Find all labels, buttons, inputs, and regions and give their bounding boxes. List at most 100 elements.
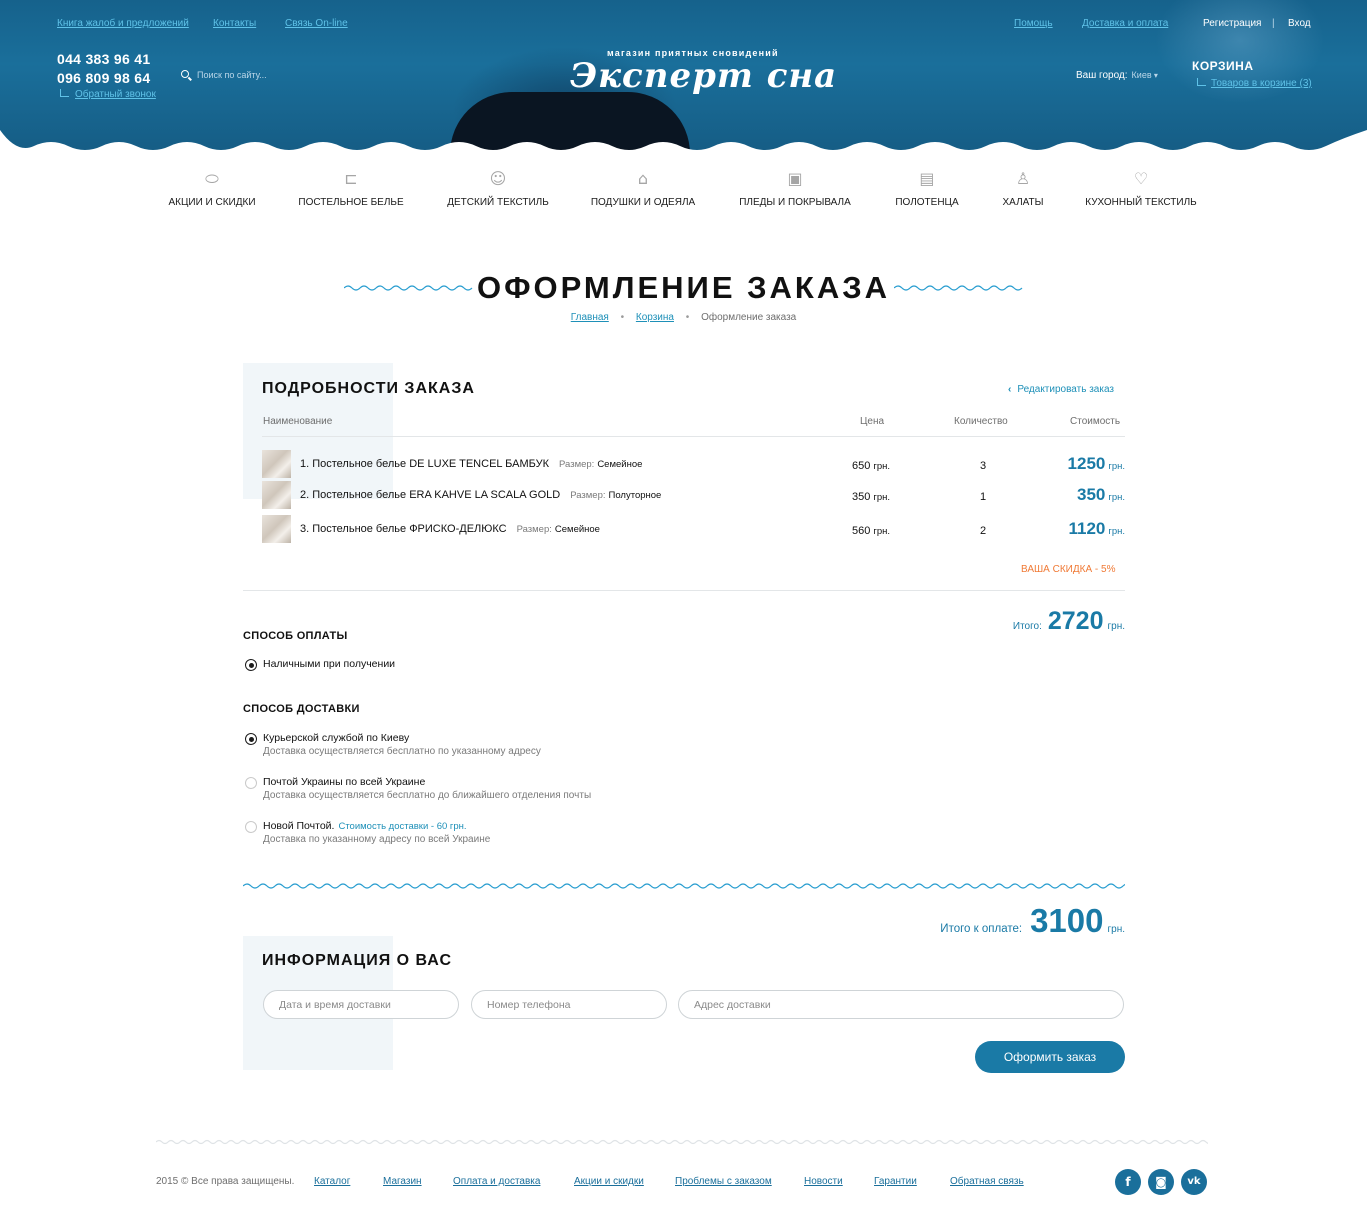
size-label: Размер: (516, 524, 552, 535)
nav-item-robes[interactable]: ♙ ХАЛАТЫ (1003, 168, 1044, 208)
nav-item-label: ПОСТЕЛЬНОЕ БЕЛЬЕ (298, 197, 404, 208)
footer-link-feedback[interactable]: Обратная связь (950, 1176, 1024, 1187)
callback-link[interactable]: Обратный звонок (60, 89, 156, 100)
table-row: 3. Постельное белье ФРИСКО-ДЕЛЮКС Размер:… (262, 515, 1125, 543)
currency-label: грн. (873, 461, 891, 472)
info-title: ИНФОРМАЦИЯ О ВАС (262, 952, 452, 969)
facebook-icon[interactable]: f (1115, 1169, 1141, 1195)
baby-icon: ☺ (489, 169, 507, 188)
nav-item-pillows[interactable]: ⌂ ПОДУШКИ И ОДЕЯЛА (591, 168, 695, 208)
footer-link-promotions[interactable]: Акции и скидки (574, 1176, 644, 1187)
phone-field[interactable] (471, 990, 667, 1019)
contacts-link[interactable]: Контакты (213, 18, 256, 29)
vk-icon[interactable]: vk (1181, 1169, 1207, 1195)
product-thumbnail[interactable] (262, 450, 291, 478)
login-link[interactable]: Вход (1288, 18, 1311, 29)
place-order-button[interactable]: Оформить заказ (975, 1041, 1125, 1073)
site-logo[interactable]: Эксперт сна (570, 56, 837, 96)
complaints-link[interactable]: Книга жалоб и предложений (57, 18, 189, 29)
phone-number-1[interactable]: 044 383 96 41 (57, 51, 150, 67)
auth-separator: | (1272, 18, 1275, 29)
discount-label: ВАША СКИДКА - 5% (1021, 564, 1116, 575)
city-label: Ваш город: (1076, 70, 1128, 81)
footer-link-news[interactable]: Новости (804, 1176, 843, 1187)
nav-item-discounts[interactable]: ⬭ АКЦИИ И СКИДКИ (168, 168, 255, 208)
nav-item-towels[interactable]: ▤ ПОЛОТЕНЦА (895, 168, 958, 208)
phone-number-2[interactable]: 096 809 98 64 (57, 70, 150, 86)
help-link[interactable]: Помощь (1014, 18, 1053, 29)
breadcrumb-separator: • (620, 312, 625, 323)
nav-item-label: АКЦИИ И СКИДКИ (168, 197, 256, 208)
table-row: 2. Постельное белье ERA KAHVE LA SCALA G… (262, 481, 1125, 509)
footer-link-catalog[interactable]: Каталог (314, 1176, 350, 1187)
nav-item-kids[interactable]: ☺ ДЕТСКИЙ ТЕКСТИЛЬ (447, 168, 549, 208)
bed-icon: ⊏ (344, 169, 358, 188)
nav-item-bedding[interactable]: ⊏ ПОСТЕЛЬНОЕ БЕЛЬЕ (298, 168, 403, 208)
radio-button[interactable] (245, 659, 257, 671)
currency-label: грн. (1108, 492, 1125, 503)
city-selector[interactable]: Ваш город: Киев (1076, 70, 1158, 81)
qty-cell: 1 (980, 491, 987, 503)
size-value: Семейное (597, 459, 643, 470)
breadcrumb: Главная • Корзина • Оформление заказа (0, 312, 1367, 323)
search-box[interactable]: Поиск по сайту... (181, 70, 267, 80)
corner-arrow-icon (1197, 78, 1206, 86)
product-name[interactable]: 2. Постельное белье ERA KAHVE LA SCALA G… (300, 489, 560, 501)
cart-title[interactable]: КОРЗИНА (1192, 59, 1253, 73)
footer-link-order-problems[interactable]: Проблемы с заказом (675, 1176, 772, 1187)
currency-label: грн. (873, 526, 891, 537)
cart-items-link[interactable]: Товаров в корзине (3) (1197, 78, 1312, 89)
product-thumbnail[interactable] (262, 515, 291, 543)
column-header-qty: Количество (954, 416, 1008, 427)
price-cell: 560 грн. (852, 525, 890, 537)
price-cell: 350 грн. (852, 491, 890, 503)
delivery-option-desc: Доставка осуществляется бесплатно по ука… (263, 746, 541, 757)
register-link[interactable]: Регистрация (1203, 18, 1261, 29)
radio-button[interactable] (245, 733, 257, 745)
size-label: Размер: (559, 459, 595, 470)
cost-value: 1120 (1068, 519, 1106, 538)
online-chat-link[interactable]: Связь On-line (285, 18, 348, 29)
product-name[interactable]: 1. Постельное белье DE LUXE TENCEL БАМБУ… (300, 458, 549, 470)
callback-label: Обратный звонок (75, 89, 156, 100)
chevron-left-icon: ‹ (1008, 384, 1012, 395)
cart-items-label: Товаров в корзине (3) (1211, 78, 1312, 89)
edit-order-link[interactable]: ‹ Редактировать заказ (1008, 384, 1114, 395)
price-value: 650 (852, 460, 871, 472)
header-wave-edge (0, 130, 1367, 160)
instagram-icon[interactable]: ◙ (1148, 1169, 1174, 1195)
delivery-payment-link[interactable]: Доставка и оплата (1082, 18, 1168, 29)
footer-link-guarantees[interactable]: Гарантии (874, 1176, 917, 1187)
discount-pillow-icon: ⬭ (205, 169, 219, 188)
qty-cell: 3 (980, 460, 987, 472)
product-thumbnail[interactable] (262, 481, 291, 509)
payable-total: Итого к оплате: 3100 грн. (940, 902, 1125, 940)
blanket-icon: ▣ (787, 169, 803, 188)
currency-label: грн. (1107, 621, 1125, 632)
kitchen-heart-icon: ♡ (1133, 169, 1149, 188)
delivery-option-label: Новой Почтой. (263, 820, 335, 832)
footer-wave-divider (156, 1139, 1208, 1145)
cost-cell: 1120 грн. (1068, 519, 1125, 539)
category-nav: ⬭ АКЦИИ И СКИДКИ ⊏ ПОСТЕЛЬНОЕ БЕЛЬЕ ☺ ДЕТСК… (0, 168, 1367, 218)
breadcrumb-cart[interactable]: Корзина (636, 312, 674, 323)
address-field[interactable] (678, 990, 1124, 1019)
order-details-title: ПОДРОБНОСТИ ЗАКАЗА (262, 380, 475, 397)
column-header-price: Цена (860, 416, 885, 427)
nav-item-label: ПЛЕДЫ И ПОКРЫВАЛА (739, 197, 851, 208)
nav-item-blankets[interactable]: ▣ ПЛЕДЫ И ПОКРЫВАЛА (739, 168, 851, 208)
pillow-icon: ⌂ (637, 169, 649, 188)
breadcrumb-home[interactable]: Главная (571, 312, 609, 323)
radio-button[interactable] (245, 777, 257, 789)
radio-button[interactable] (245, 821, 257, 833)
payment-method-title: СПОСОБ ОПЛАТЫ (243, 630, 348, 642)
column-header-cost: Стоимость (1070, 416, 1121, 427)
header-banner: Книга жалоб и предложений Контакты Связь… (0, 0, 1367, 160)
order-divider (243, 590, 1125, 591)
price-cell: 650 грн. (852, 460, 890, 472)
product-name[interactable]: 3. Постельное белье ФРИСКО-ДЕЛЮКС (300, 523, 507, 535)
footer-link-shop[interactable]: Магазин (383, 1176, 422, 1187)
nav-item-kitchen[interactable]: ♡ КУХОННЫЙ ТЕКСТИЛЬ (1085, 168, 1196, 208)
footer-link-payment-delivery[interactable]: Оплата и доставка (453, 1176, 540, 1187)
delivery-datetime-field[interactable] (263, 990, 459, 1019)
